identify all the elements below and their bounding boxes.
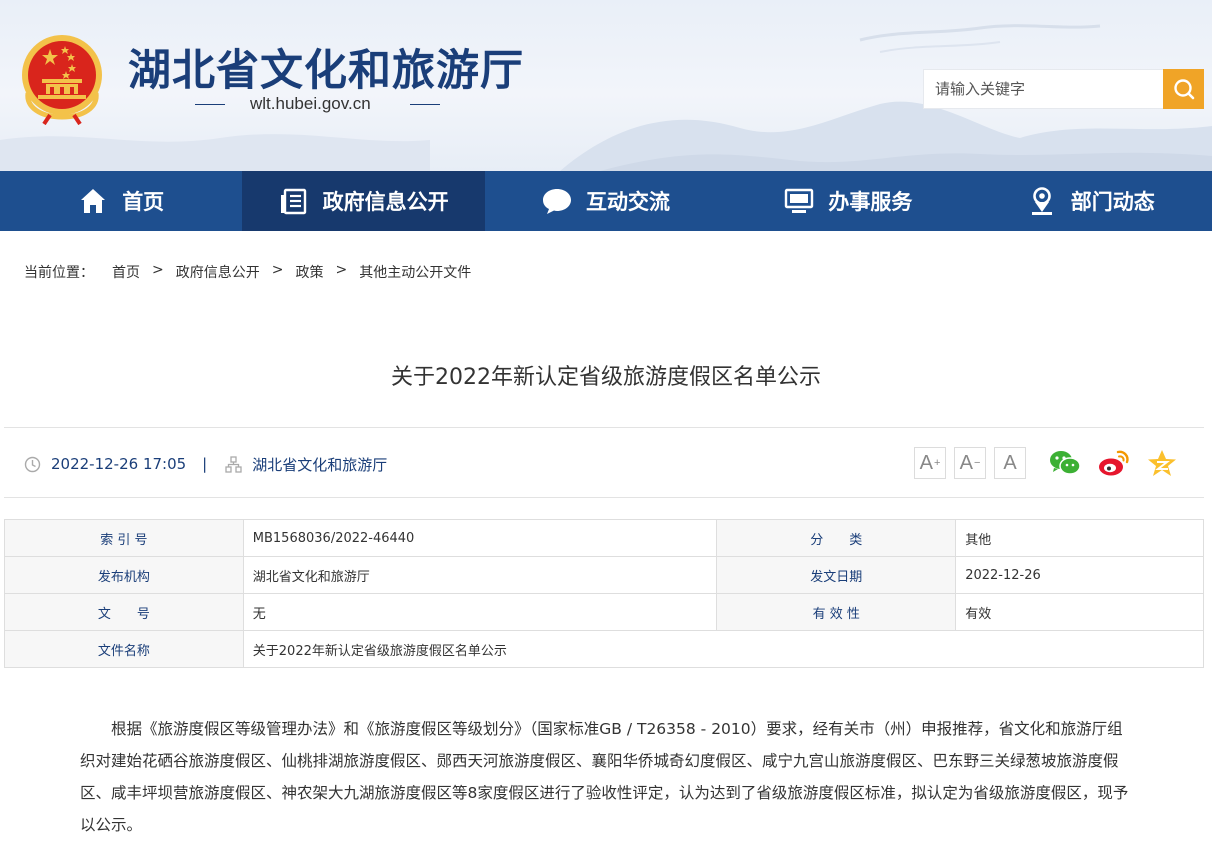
- search-button[interactable]: [1163, 69, 1204, 109]
- category-label: 分 类: [716, 519, 957, 557]
- qzone-icon[interactable]: [1146, 448, 1178, 478]
- location-pin-icon: [1027, 186, 1057, 216]
- breadcrumb-separator: >: [271, 262, 284, 278]
- validity-value: 有效: [955, 593, 1204, 631]
- home-icon: [78, 186, 108, 216]
- breadcrumb-item-gov-info[interactable]: 政府信息公开: [176, 262, 260, 282]
- org-value: 湖北省文化和旅游厅: [242, 556, 718, 594]
- national-emblem-logo: [22, 35, 102, 125]
- table-row: 文件名称 关于2022年新认定省级旅游度假区名单公示: [4, 630, 1205, 668]
- name-label: 文件名称: [4, 630, 244, 668]
- divider: [4, 497, 1204, 498]
- article-body: 根据《旅游度假区等级管理办法》和《旅游度假区等级划分》（国家标准GB / T26…: [80, 720, 1129, 834]
- font-decrease-label: A: [959, 451, 973, 474]
- weibo-icon[interactable]: [1098, 448, 1130, 478]
- category-value: 其他: [955, 519, 1204, 557]
- main-nav: 首页 政府信息公开 互动交流 办事服务 部门动态: [0, 171, 1212, 231]
- article-meta: 2022-12-26 17:05 | 湖北省文化和旅游厅: [24, 452, 387, 476]
- decorative-line-right: [410, 104, 440, 105]
- docno-label: 文 号: [4, 593, 244, 631]
- chat-bubble-icon: [542, 186, 572, 216]
- docno-value: 无: [242, 593, 718, 631]
- wechat-icon[interactable]: [1049, 448, 1081, 478]
- breadcrumb-separator: >: [152, 262, 164, 278]
- index-label: 索 引 号: [4, 519, 244, 557]
- nav-label: 首页: [122, 190, 165, 214]
- decorative-line-left: [195, 104, 225, 105]
- org-label: 发布机构: [4, 556, 244, 594]
- nav-item-gov-info[interactable]: 政府信息公开: [242, 171, 485, 231]
- divider: [4, 427, 1204, 428]
- nav-label: 办事服务: [828, 190, 913, 214]
- search-icon: [1173, 79, 1194, 100]
- nav-label: 互动交流: [585, 190, 670, 214]
- monitor-icon: [784, 186, 814, 216]
- font-increase-button[interactable]: A +: [914, 447, 946, 479]
- site-url: wlt.hubei.gov.cn: [250, 94, 371, 113]
- table-row: 发布机构 湖北省文化和旅游厅 发文日期 2022-12-26: [4, 556, 1204, 594]
- font-decrease-button[interactable]: A −: [954, 447, 986, 479]
- document-list-icon: [279, 186, 309, 216]
- name-value: 关于2022年新认定省级旅游度假区名单公示: [242, 630, 1205, 668]
- date-value: 2022-12-26: [955, 556, 1204, 594]
- breadcrumb-lead: 当前位置：: [24, 265, 94, 281]
- site-header: 湖北省文化和旅游厅 wlt.hubei.gov.cn: [0, 0, 1212, 171]
- breadcrumb: 当前位置： 首页 > 政府信息公开 > 政策 > 其他主动公开文件: [24, 262, 471, 282]
- publisher: 湖北省文化和旅游厅: [252, 455, 388, 474]
- publish-datetime: 2022-12-26 17:05: [51, 455, 187, 473]
- table-row: 文 号 无 有 效 性 有效: [4, 593, 1204, 631]
- nav-item-interaction[interactable]: 互动交流: [485, 171, 727, 231]
- nav-item-dept-news[interactable]: 部门动态: [970, 171, 1212, 231]
- nav-item-services[interactable]: 办事服务: [727, 171, 969, 231]
- table-row: 索 引 号 MB1568036/2022-46440 分 类 其他: [4, 519, 1204, 557]
- search-input[interactable]: [924, 70, 1164, 108]
- breadcrumb-item-home[interactable]: 首页: [112, 262, 140, 282]
- nav-label: 部门动态: [1070, 190, 1155, 214]
- font-increase-label: A: [919, 451, 933, 474]
- nav-item-home[interactable]: 首页: [0, 171, 242, 231]
- search-box: [923, 69, 1204, 109]
- site-title: 湖北省文化和旅游厅: [128, 46, 524, 96]
- org-chart-icon: [225, 455, 242, 473]
- article-title: 关于2022年新认定省级旅游度假区名单公示: [391, 365, 821, 390]
- breadcrumb-item-policy[interactable]: 政策: [295, 262, 323, 282]
- breadcrumb-separator: >: [335, 262, 348, 278]
- clock-icon: [24, 456, 41, 473]
- font-reset-button[interactable]: A: [994, 447, 1026, 479]
- date-label: 发文日期: [716, 556, 957, 594]
- nav-label: 政府信息公开: [322, 190, 449, 214]
- site-url-block: wlt.hubei.gov.cn: [195, 92, 440, 116]
- breadcrumb-item-other-docs[interactable]: 其他主动公开文件: [359, 262, 471, 282]
- document-info-table: 索 引 号 MB1568036/2022-46440 分 类 其他 发布机构 湖…: [4, 519, 1205, 668]
- index-value: MB1568036/2022-46440: [242, 519, 718, 557]
- meta-divider: |: [202, 455, 208, 473]
- font-reset-label: A: [1003, 451, 1017, 474]
- validity-label: 有 效 性: [716, 593, 957, 631]
